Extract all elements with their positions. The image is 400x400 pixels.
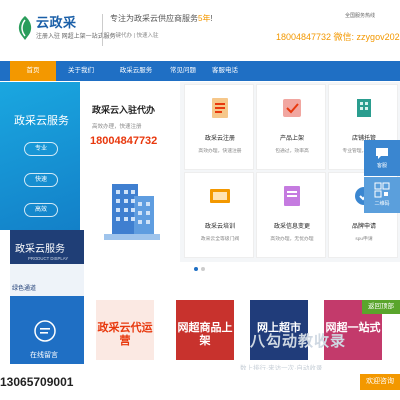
promo-title: 政采云入驻代办 (92, 105, 156, 115)
card-title: 政采云培训 (204, 224, 235, 230)
card-subtitle: 高效办理，快速注册 (198, 149, 242, 154)
carousel-dot-active[interactable] (194, 267, 198, 271)
logo-subtitle: 注册入驻 网超上架一站式服务 (36, 34, 116, 40)
main-nav: 首页 关于我们 政采云服务 常见问题 客服电话 (0, 61, 400, 81)
logo-title: 云政采 (36, 15, 77, 30)
hero-pill-professional: 专业 (24, 142, 58, 156)
building-illustration (104, 184, 160, 240)
hero-title: 政采云服务 (14, 115, 69, 127)
footer-phone[interactable]: 13065709001 (0, 375, 73, 389)
card-title: 产品上架 (279, 136, 304, 142)
header-divider (102, 14, 103, 46)
nav-item-about[interactable]: 关于我们 (58, 61, 104, 81)
qrcode-icon (374, 182, 390, 198)
back-to-top-button[interactable]: 返回顶部 (362, 300, 400, 314)
slogan-text: 专注为政采云供应商服务 (110, 14, 198, 23)
card-title: 品牌申请 (351, 224, 376, 230)
site-header: 云政采 注册入驻 网超上架一站式服务 专注为政采云供应商服务5年! 一键代办 |… (0, 0, 400, 60)
watermark-text: 八勾动教收录 (250, 333, 347, 350)
hero-pill-efficient: 高效 (24, 203, 58, 217)
card-product-listing[interactable]: 产品上架 包通过，效率高 (256, 84, 326, 170)
card-title: 政采云注册 (204, 136, 235, 142)
hotline-label: 全国服务热线 (345, 13, 376, 19)
card-subtitle: 高效办理，无忧办理 (270, 237, 314, 242)
carousel-dots (194, 258, 208, 276)
store-icon (357, 99, 371, 117)
float-customer-service[interactable]: 客服 (364, 140, 400, 176)
promo-panel: 政采云入驻代办 高效办理，快速注册 18004847732 (82, 82, 180, 262)
product-title: 网超商品上架 (177, 322, 233, 347)
hotline-number[interactable]: 18004847732 微信: zzygov2020 (276, 30, 400, 43)
message-icon (34, 320, 56, 342)
register-icon (212, 98, 228, 118)
card-subtitle: 包通过，效率高 (275, 149, 309, 154)
card-subtitle: 政采云全等级门阀 (200, 237, 240, 242)
nav-item-phone[interactable]: 客服电话 (200, 61, 250, 81)
product-card-operation[interactable]: 政采云代运营 (96, 300, 154, 360)
product-display-title: 政采云服务 (15, 244, 65, 255)
header-slogan: 专注为政采云供应商服务5年! (110, 13, 213, 24)
card-info-change[interactable]: 政采信息变更 高效办理，无忧办理 (256, 172, 326, 258)
card-registration[interactable]: 政采云注册 高效办理，快速注册 (184, 84, 254, 170)
hero-banner: 政采云服务 专业 快速 高效 (0, 82, 80, 230)
hero-pill-fast: 快速 (24, 173, 58, 187)
sidebar-item-green-channel[interactable]: 绿色通道 (12, 283, 36, 292)
header-slogan-sub: 一键代办 | 快速入驻 (110, 33, 159, 39)
change-icon (284, 186, 300, 206)
consult-button[interactable]: 欢迎咨询 (360, 374, 400, 390)
float-wechat-label: 客服 (376, 163, 387, 169)
nav-item-home[interactable]: 首页 (10, 61, 56, 81)
slogan-years: 5年 (198, 14, 211, 23)
chat-icon (376, 148, 388, 159)
float-qrcode[interactable]: 二维码 (364, 177, 400, 213)
card-title: 政采信息变更 (273, 224, 310, 230)
slogan-suffix: ! (210, 14, 213, 23)
card-subtitle: spu申请 (355, 237, 373, 242)
carousel-dot[interactable] (201, 267, 205, 271)
nav-item-services[interactable]: 政采云服务 (108, 61, 164, 81)
site-logo[interactable]: 云政采 注册入驻 网超上架一站式服务 (14, 12, 116, 46)
product-display-subtitle: PRODUCT DISPLAY (28, 256, 69, 261)
float-qrcode-label: 二维码 (374, 201, 390, 207)
promo-phone[interactable]: 18004847732 (90, 135, 157, 147)
product-title: 政采云代运营 (97, 322, 153, 347)
product-card-listing[interactable]: 网超商品上架 (176, 300, 234, 360)
logo-leaf-icon (18, 16, 32, 40)
online-message-label: 在线留言 (30, 352, 58, 359)
promo-subtitle: 高效办理，快速注册 (92, 124, 142, 130)
product-icon (283, 99, 301, 117)
footer-phone-bar: 13065709001 (0, 370, 400, 400)
training-icon (210, 189, 230, 203)
card-training[interactable]: 政采云培训 政采云全等级门阀 (184, 172, 254, 258)
